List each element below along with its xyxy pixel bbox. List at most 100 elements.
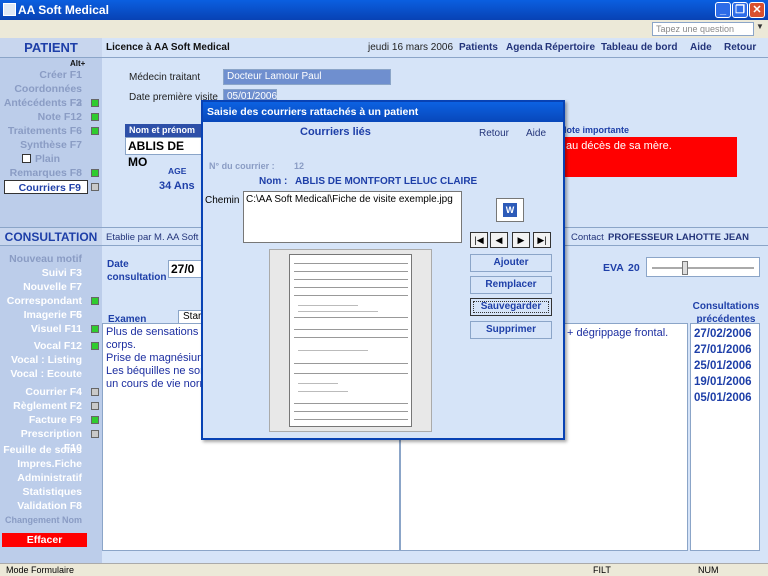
- document-page-image: [289, 254, 412, 427]
- licence-text: Licence à AA Soft Medical: [106, 42, 230, 53]
- status-bar: Mode Formulaire FILT NUM: [0, 563, 768, 576]
- status-filt: FILT: [593, 565, 611, 575]
- status-indicator: [91, 127, 99, 135]
- sidebar-item-synth-se[interactable]: Synthèse F7: [0, 138, 88, 152]
- sidebar-item-visuel[interactable]: Visuel F11: [0, 322, 88, 336]
- sidebar-item-validation[interactable]: Validation F8: [0, 499, 88, 513]
- remplacer-button[interactable]: Remplacer: [470, 276, 552, 294]
- status-indicator: [91, 342, 99, 350]
- consultation-section-header: CONSULTATION: [0, 227, 102, 246]
- sidebar-item-correspondant[interactable]: Correspondant F5: [0, 294, 88, 321]
- status-indicator: [91, 183, 99, 191]
- ajouter-button[interactable]: Ajouter: [470, 254, 552, 272]
- minimize-icon[interactable]: _: [715, 2, 731, 18]
- prev-date-item[interactable]: 25/01/2006: [694, 360, 752, 372]
- sidebar-item-remarques[interactable]: Remarques F8: [0, 166, 88, 180]
- nav-agenda[interactable]: Agenda: [506, 42, 543, 53]
- sidebar-item-suivi[interactable]: Suivi F3: [0, 266, 88, 280]
- supprimer-button[interactable]: Supprimer: [470, 321, 552, 339]
- chevron-down-icon[interactable]: ▼: [754, 22, 766, 36]
- eva-slider-thumb[interactable]: [682, 261, 689, 275]
- sidebar-item-statistiques[interactable]: Statistiques: [0, 485, 88, 499]
- status-indicator: [91, 169, 99, 177]
- sidebar-item-nouveau-motif[interactable]: Nouveau motif: [0, 252, 88, 266]
- dialog-aide-link[interactable]: Aide: [526, 128, 546, 139]
- sidebar-item-vocal-ecoute[interactable]: Vocal : Ecoute: [0, 367, 88, 381]
- dialog-heading: Courriers liés: [300, 126, 371, 138]
- sidebar-item-nouvelle[interactable]: Nouvelle F7: [0, 280, 88, 294]
- sidebar-item-label: Plain: [35, 153, 61, 165]
- patient-section-header: PATIENT: [0, 38, 102, 58]
- next-record-icon[interactable]: ▶: [512, 232, 530, 248]
- status-indicator: [91, 297, 99, 305]
- medecin-label: Médecin traitant: [129, 72, 201, 83]
- top-bar: Licence à AA Soft Medical jeudi 16 mars …: [102, 38, 768, 58]
- age-label: AGE: [168, 166, 187, 176]
- sidebar-item-vocal[interactable]: Vocal F12: [0, 339, 88, 353]
- courrier-num-label: N° du courrier :: [209, 161, 275, 171]
- eva-slider[interactable]: [646, 257, 760, 277]
- word-icon-button[interactable]: W: [496, 198, 524, 222]
- prev-date-item[interactable]: 27/01/2006: [694, 344, 752, 356]
- effacer-button[interactable]: Effacer: [2, 533, 87, 547]
- sidebar-item-note[interactable]: Note F12: [0, 110, 88, 124]
- note-label: Note importante: [560, 125, 630, 135]
- sidebar-item-traitements[interactable]: Traitements F6: [0, 124, 88, 138]
- nav-aide[interactable]: Aide: [690, 42, 712, 53]
- prev-consult-list: 27/02/2006 27/01/2006 25/01/2006 19/01/2…: [690, 323, 760, 551]
- sidebar-item-feuille-de-soins[interactable]: Feuille de soins: [0, 443, 88, 457]
- eva-value: 20: [628, 262, 640, 274]
- courriers-dialog: Saisie des courriers rattachés à un pati…: [201, 100, 565, 440]
- sidebar-item-courriers[interactable]: Courriers F9: [4, 180, 88, 194]
- status-indicator: [91, 388, 99, 396]
- sidebar-item-cr-er[interactable]: Créer F1: [0, 68, 88, 82]
- sidebar-item-administratif[interactable]: Administratif: [0, 471, 88, 485]
- dialog-title: Saisie des courriers rattachés à un pati…: [203, 102, 563, 122]
- sidebar-item-plain[interactable]: Plain: [0, 152, 88, 166]
- sidebar-item-coordonn-es[interactable]: Coordonnées F2: [0, 82, 88, 109]
- maximize-icon[interactable]: ❐: [732, 2, 748, 18]
- sidebar-item-prescription[interactable]: Prescription F10: [0, 427, 88, 454]
- last-record-icon[interactable]: ▶|: [533, 232, 551, 248]
- age-value: 34 Ans: [159, 180, 195, 192]
- status-indicator: [91, 430, 99, 438]
- plain-checkbox[interactable]: [22, 154, 31, 163]
- sidebar-item-courrier[interactable]: Courrier F4: [0, 385, 88, 399]
- nav-tableau-de-bord[interactable]: Tableau de bord: [601, 42, 678, 53]
- sidebar-item-vocal-listing[interactable]: Vocal : Listing: [0, 353, 88, 367]
- date-consult-field[interactable]: 27/0: [168, 260, 202, 278]
- medecin-field[interactable]: Docteur Lamour Paul: [223, 69, 391, 85]
- sidebar-item-changement-nom[interactable]: Changement Nom: [0, 513, 88, 527]
- note-field[interactable]: au décès de sa mère.: [563, 137, 737, 177]
- dialog-nom-label: Nom :: [259, 176, 288, 187]
- word-icon: W: [503, 203, 517, 217]
- sidebar-item-facture[interactable]: Facture F9: [0, 413, 88, 427]
- window-title: AA Soft Medical: [18, 3, 109, 17]
- notes-right-text: + dégrippage frontal.: [567, 327, 669, 339]
- prev-date-item[interactable]: 27/02/2006: [694, 328, 752, 340]
- question-input[interactable]: Tapez une question: [652, 22, 754, 36]
- dialog-nom-value: ABLIS DE MONTFORT LELUC CLAIRE: [295, 176, 478, 187]
- chemin-field[interactable]: C:\AA Soft Medical\Fiche de visite exemp…: [243, 191, 462, 243]
- sidebar-item-imagerie[interactable]: Imagerie F6: [0, 308, 88, 322]
- sidebar-item-ant-c-dents[interactable]: Antécédents F3: [0, 96, 88, 110]
- prev-record-icon[interactable]: ◀: [490, 232, 508, 248]
- status-indicator: [91, 113, 99, 121]
- close-icon[interactable]: ✕: [749, 2, 765, 18]
- nav-patients[interactable]: Patients: [459, 42, 498, 53]
- first-record-icon[interactable]: |◀: [470, 232, 488, 248]
- nom-label: Nom et prénom: [125, 124, 205, 137]
- dialog-retour-link[interactable]: Retour: [479, 128, 509, 139]
- date-consult-label: Date consultation: [107, 259, 167, 283]
- sidebar-item-r-glement[interactable]: Règlement F2: [0, 399, 88, 413]
- sidebar-item-impres-fiche[interactable]: Impres.Fiche: [0, 457, 88, 471]
- prev-date-item[interactable]: 05/01/2006: [694, 392, 752, 404]
- prev-date-item[interactable]: 19/01/2006: [694, 376, 752, 388]
- status-indicator: [91, 99, 99, 107]
- title-bar: AA Soft Medical _ ❐ ✕: [0, 0, 768, 20]
- status-indicator: [91, 402, 99, 410]
- nav-repertoire[interactable]: Répertoire: [545, 42, 595, 53]
- nav-retour[interactable]: Retour: [724, 42, 756, 53]
- sauvegarder-button[interactable]: Sauvegarder: [470, 298, 552, 316]
- nom-field[interactable]: ABLIS DE MO: [125, 137, 205, 169]
